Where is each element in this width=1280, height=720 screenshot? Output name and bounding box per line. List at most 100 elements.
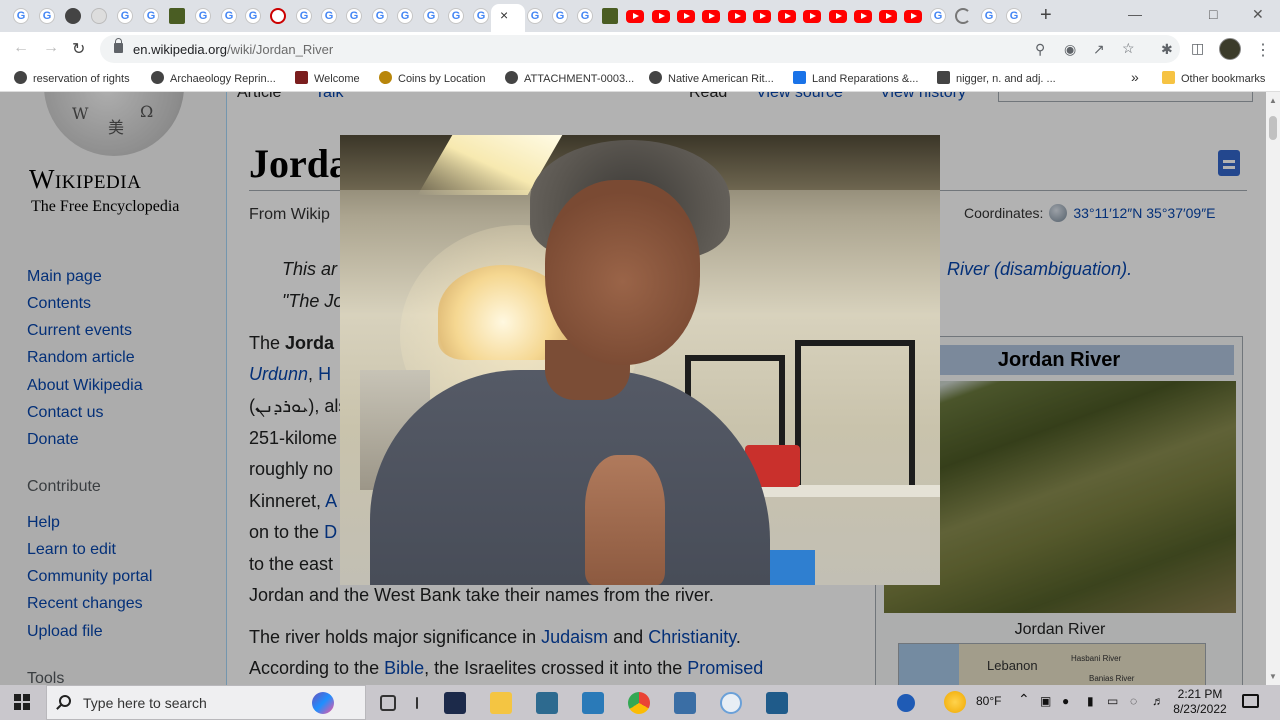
- youtube-tab-icon[interactable]: [904, 10, 922, 23]
- share-icon[interactable]: ↗: [1093, 41, 1105, 58]
- google-tab-icon[interactable]: G: [346, 8, 362, 24]
- image-tab-icon[interactable]: [602, 8, 618, 24]
- google-tab-icon[interactable]: G: [245, 8, 261, 24]
- back-icon[interactable]: ←: [13, 39, 29, 57]
- google-tab-icon[interactable]: G: [930, 8, 946, 24]
- bookmark-item[interactable]: Welcome: [295, 71, 360, 85]
- site-tab-icon[interactable]: [65, 8, 81, 24]
- globe-icon: [649, 71, 662, 84]
- scroll-down-icon[interactable]: ▼: [1269, 672, 1277, 681]
- youtube-tab-icon[interactable]: [702, 10, 720, 23]
- image-tab-icon[interactable]: [169, 8, 185, 24]
- other-bookmarks-folder[interactable]: Other bookmarks: [1162, 71, 1265, 85]
- youtube-tab-icon[interactable]: [728, 10, 746, 23]
- menu-icon[interactable]: ⋮: [1255, 40, 1271, 60]
- google-tab-icon[interactable]: G: [981, 8, 997, 24]
- loading-tab-icon[interactable]: [955, 8, 971, 24]
- weather-icon[interactable]: [944, 691, 966, 713]
- window-close-icon[interactable]: ✕: [1252, 6, 1264, 23]
- address-bar[interactable]: en.wikipedia.org/wiki/Jordan_River ⚲ ◉ ↗…: [100, 35, 1180, 63]
- youtube-tab-icon[interactable]: [626, 10, 644, 23]
- google-tab-icon[interactable]: G: [552, 8, 568, 24]
- site-tab-icon[interactable]: [91, 8, 107, 24]
- reload-icon[interactable]: ↻: [72, 39, 85, 59]
- youtube-tab-icon[interactable]: [677, 10, 695, 23]
- close-tab-icon[interactable]: ×: [500, 7, 508, 23]
- google-tab-icon[interactable]: G: [473, 8, 489, 24]
- google-tab-icon[interactable]: G: [13, 8, 29, 24]
- google-tab-icon[interactable]: G: [1006, 8, 1022, 24]
- globe-icon: [151, 71, 164, 84]
- tray-icon[interactable]: ●: [1062, 694, 1069, 708]
- side-panel-icon[interactable]: ◫: [1191, 40, 1204, 57]
- google-tab-icon[interactable]: G: [321, 8, 337, 24]
- google-tab-icon[interactable]: G: [39, 8, 55, 24]
- tray-icon[interactable]: ▣: [1040, 694, 1051, 708]
- youtube-tab-icon[interactable]: [753, 10, 771, 23]
- photos-icon[interactable]: [766, 692, 788, 714]
- maximize-icon[interactable]: □: [1209, 6, 1217, 22]
- bookmark-item[interactable]: Land Reparations &...: [793, 71, 918, 85]
- taskbar-search-placeholder: Type here to search: [83, 695, 207, 711]
- tracking-icon[interactable]: ◉: [1064, 41, 1076, 58]
- youtube-tab-icon[interactable]: [854, 10, 872, 23]
- coin-icon: [379, 71, 392, 84]
- youtube-tab-icon[interactable]: [652, 10, 670, 23]
- bookmark-item[interactable]: Native American Rit...: [649, 71, 774, 85]
- bookmark-item[interactable]: Archaeology Reprin...: [151, 71, 276, 85]
- help-icon[interactable]: [897, 694, 915, 712]
- file-explorer-icon[interactable]: [490, 692, 512, 714]
- mail-icon[interactable]: [582, 692, 604, 714]
- bookmark-item[interactable]: Coins by Location: [379, 71, 485, 85]
- clock-date: 8/23/2022: [1173, 702, 1227, 716]
- windows-start-icon[interactable]: [14, 694, 30, 710]
- task-view-icon[interactable]: [380, 695, 396, 711]
- page-scrollbar[interactable]: ▲ ▼: [1266, 92, 1280, 685]
- app-icon[interactable]: [674, 692, 696, 714]
- extensions-icon[interactable]: ✱: [1161, 41, 1173, 58]
- google-tab-icon[interactable]: G: [117, 8, 133, 24]
- google-tab-icon[interactable]: G: [448, 8, 464, 24]
- google-tab-icon[interactable]: G: [195, 8, 211, 24]
- bookmark-star-icon[interactable]: ☆: [1122, 40, 1135, 57]
- google-tab-icon[interactable]: G: [372, 8, 388, 24]
- scroll-up-icon[interactable]: ▲: [1269, 96, 1277, 105]
- scroll-thumb[interactable]: [1269, 116, 1277, 140]
- chrome-icon[interactable]: [628, 692, 650, 714]
- youtube-tab-icon[interactable]: [879, 10, 897, 23]
- minimize-icon[interactable]: —: [1128, 6, 1142, 22]
- terminal-app-icon[interactable]: [444, 692, 466, 714]
- zoom-icon[interactable]: ⚲: [1035, 41, 1045, 58]
- wifi-icon[interactable]: ◌: [1130, 694, 1137, 708]
- google-tab-icon[interactable]: G: [397, 8, 413, 24]
- store-icon[interactable]: [536, 692, 558, 714]
- youtube-tab-icon[interactable]: [803, 10, 821, 23]
- bookmark-item[interactable]: nigger, n. and adj. ...: [937, 71, 1056, 85]
- forward-icon[interactable]: →: [43, 39, 59, 57]
- new-tab-button[interactable]: +: [1040, 4, 1052, 27]
- google-tab-icon[interactable]: G: [221, 8, 237, 24]
- profile-avatar[interactable]: [1219, 38, 1241, 60]
- search-highlight-icon[interactable]: [312, 692, 334, 714]
- bookmarks-overflow-button[interactable]: »: [1131, 69, 1139, 85]
- weather-temperature[interactable]: 80°F: [976, 694, 1001, 708]
- google-tab-icon[interactable]: G: [423, 8, 439, 24]
- youtube-tab-icon[interactable]: [778, 10, 796, 23]
- battery-icon[interactable]: ▭: [1107, 694, 1118, 708]
- google-tab-icon[interactable]: G: [143, 8, 159, 24]
- volume-icon[interactable]: ♬: [1152, 694, 1164, 708]
- bookmark-item[interactable]: reservation of rights: [14, 71, 130, 85]
- site-tab-icon[interactable]: [270, 8, 286, 24]
- tray-expand-icon[interactable]: ⌃: [1018, 691, 1030, 708]
- url-text[interactable]: en.wikipedia.org/wiki/Jordan_River: [133, 42, 333, 57]
- google-tab-icon[interactable]: G: [296, 8, 312, 24]
- youtube-tab-icon[interactable]: [829, 10, 847, 23]
- lock-icon[interactable]: [114, 38, 123, 53]
- notification-icon[interactable]: [1242, 694, 1259, 708]
- taskbar-clock[interactable]: 2:21 PM 8/23/2022: [1170, 687, 1230, 717]
- media-app-icon[interactable]: [720, 692, 742, 714]
- microphone-icon[interactable]: ▮: [1087, 694, 1094, 708]
- google-tab-icon[interactable]: G: [577, 8, 593, 24]
- google-tab-icon[interactable]: G: [527, 8, 543, 24]
- bookmark-item[interactable]: ATTACHMENT-0003...: [505, 71, 634, 85]
